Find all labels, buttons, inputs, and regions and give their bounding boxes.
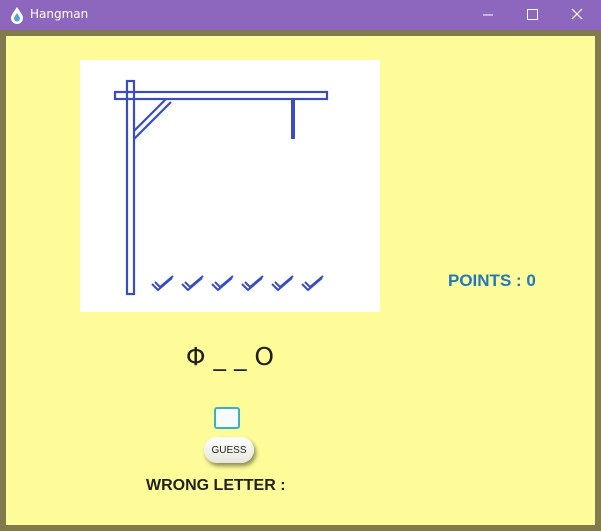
points-label: POINTS : 0 [448,271,536,290]
water-drop-icon [11,7,23,24]
close-button[interactable] [555,0,601,30]
minimize-icon [483,14,493,16]
life-check-icon [241,275,264,291]
minimize-button[interactable] [465,0,511,30]
life-check-icon [211,275,234,291]
title-bar[interactable]: Hangman [0,0,601,30]
game-area: POINTS : 0 Φ _ _ O GUESS WRONG LETTER : [6,36,595,525]
letter-input[interactable] [214,407,240,429]
guess-button[interactable]: GUESS [204,437,254,463]
maximize-icon [527,9,538,20]
gallows-brace [133,98,167,132]
life-check-icon [271,275,294,291]
maximize-button[interactable] [511,0,557,30]
close-icon [571,8,583,20]
window-title: Hangman [30,7,89,21]
lives-row [151,275,324,291]
hangman-canvas [80,60,380,312]
life-check-icon [151,275,174,291]
wrong-letters-label: WRONG LETTER : [146,477,286,494]
gallows-beam [113,90,329,101]
app-window: Hangman POINTS: 0 Φ _ _ O GUESS WRONG L… [0,0,601,531]
word-display: Φ _ _ O [185,342,275,371]
life-check-icon [181,275,204,291]
gallows-drawing [113,79,329,296]
gallows-post [125,79,136,296]
life-check-icon [301,275,324,291]
